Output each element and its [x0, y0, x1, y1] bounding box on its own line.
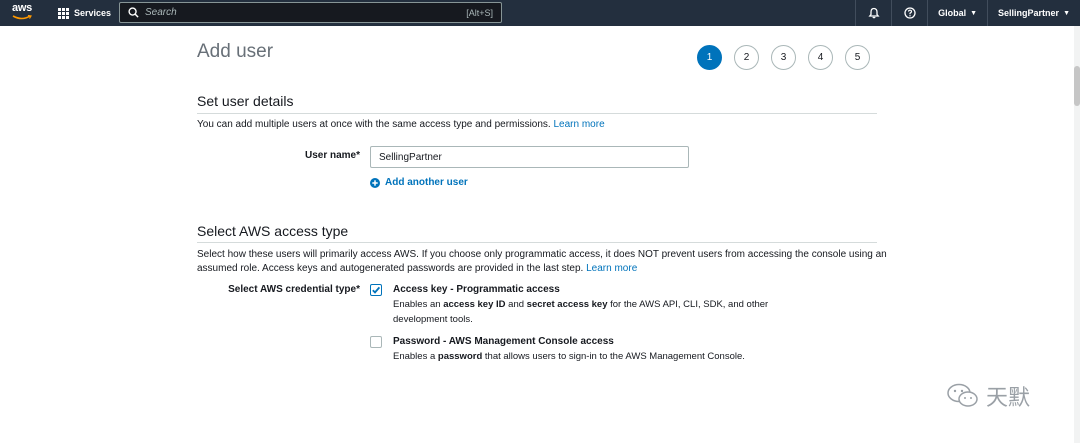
access-key-option-desc: Enables an access key ID and secret acce… [393, 297, 773, 327]
learn-more-link[interactable]: Learn more [554, 119, 605, 130]
grid-icon [58, 7, 69, 19]
desc-text: Enables an [393, 299, 444, 310]
learn-more-link[interactable]: Learn more [586, 263, 637, 274]
aws-smile-icon [12, 15, 32, 20]
watermark-text: 天默 [986, 386, 1031, 411]
access-type-heading: Select AWS access type [197, 223, 349, 239]
services-label: Services [74, 8, 112, 18]
scrollbar-thumb[interactable] [1074, 66, 1080, 106]
user-details-description: You can add multiple users at once with … [197, 118, 887, 132]
user-details-heading: Set user details [197, 93, 294, 109]
desc-text: Enables a [393, 351, 438, 362]
step-1[interactable]: 1 [697, 45, 722, 70]
step-2[interactable]: 2 [734, 45, 759, 70]
aws-logo[interactable]: aws [12, 3, 36, 23]
divider [197, 242, 877, 243]
user-name-input[interactable] [370, 146, 689, 168]
step-3[interactable]: 3 [771, 45, 796, 70]
search-icon [128, 7, 139, 18]
nav-right-group: Global ▼ SellingPartner ▼ [855, 0, 1080, 26]
user-name-label: User name* [304, 150, 360, 161]
credential-type-label: Select AWS credential type* [228, 284, 360, 295]
plus-circle-icon [370, 177, 380, 188]
help-button[interactable] [891, 0, 927, 26]
account-label: SellingPartner [998, 8, 1060, 18]
search-shortcut-hint: [Alt+S] [466, 7, 493, 18]
top-navigation-bar: aws Services [Alt+S] [0, 0, 1080, 26]
desc-bold: password [437, 351, 483, 362]
page-title: Add user [197, 41, 274, 62]
access-type-description: Select how these users will primarily ac… [197, 248, 887, 276]
caret-down-icon: ▼ [1063, 9, 1070, 17]
step-5[interactable]: 5 [845, 45, 870, 70]
aws-logo-text: aws [12, 2, 32, 14]
password-option-title: Password - AWS Management Console access [393, 336, 614, 347]
desc-bold: secret access key [526, 299, 608, 310]
desc-text: and [505, 299, 527, 310]
access-key-option-title: Access key - Programmatic access [393, 284, 560, 295]
desc-text: that allows users to sign-in to the AWS … [482, 351, 745, 362]
notifications-button[interactable] [855, 0, 891, 26]
access-type-desc-text: Select how these users will primarily ac… [197, 249, 887, 274]
help-icon [903, 7, 916, 19]
step-4[interactable]: 4 [808, 45, 833, 70]
wizard-steps: 1 2 3 4 5 [697, 45, 870, 70]
desc-bold: access key ID [443, 299, 506, 310]
services-menu-button[interactable]: Services [58, 0, 111, 26]
search-box[interactable]: [Alt+S] [119, 2, 502, 23]
password-checkbox[interactable] [370, 336, 382, 348]
divider [197, 113, 877, 114]
watermark: 天默 [946, 380, 1030, 412]
caret-down-icon: ▼ [970, 9, 978, 17]
access-key-checkbox[interactable] [370, 284, 382, 296]
add-another-user-button[interactable]: Add another user [370, 177, 468, 188]
add-another-user-label: Add another user [385, 177, 468, 188]
password-option-desc: Enables a password that allows users to … [393, 349, 773, 364]
region-dropdown[interactable]: Global ▼ [927, 0, 987, 26]
search-input[interactable] [139, 3, 467, 22]
bell-icon [868, 7, 880, 19]
checkmark-icon [372, 286, 381, 294]
user-details-desc-text: You can add multiple users at once with … [197, 119, 551, 130]
wechat-icon [947, 383, 978, 407]
account-dropdown[interactable]: SellingPartner ▼ [987, 0, 1080, 26]
region-label: Global [938, 8, 967, 18]
vertical-scrollbar[interactable] [1074, 26, 1080, 443]
